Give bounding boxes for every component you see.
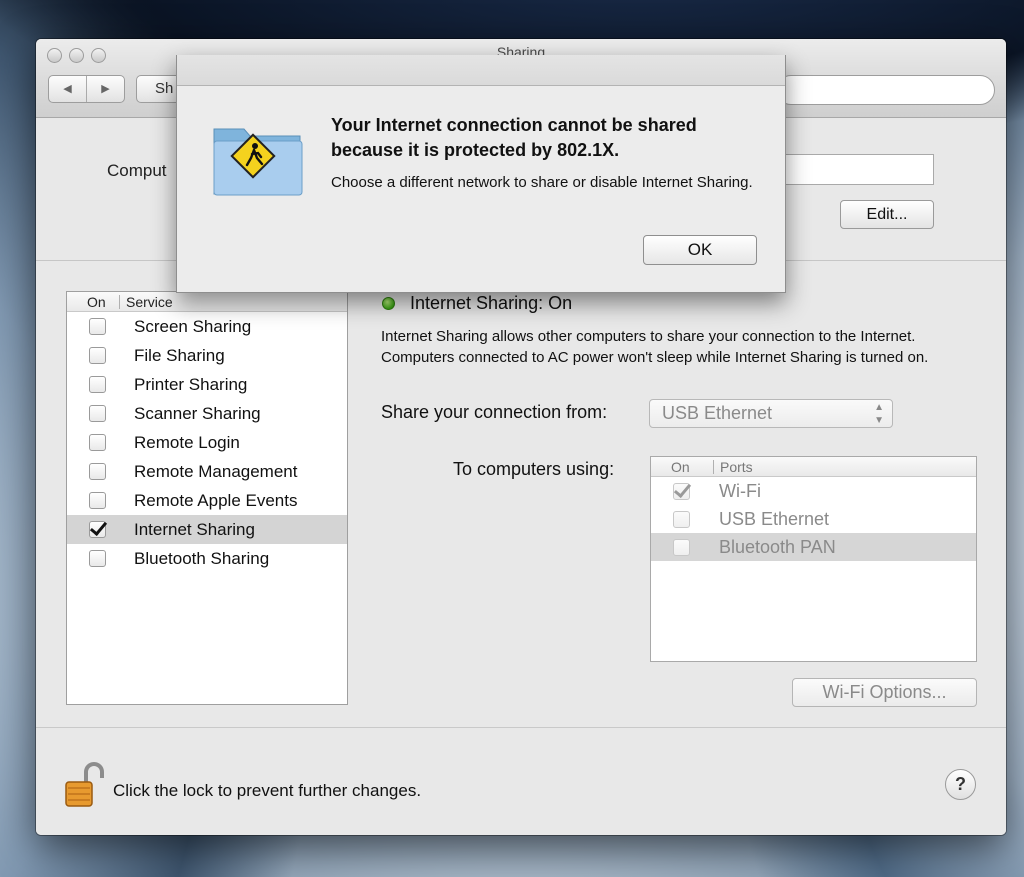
ports-column-ports-header[interactable]: Ports <box>713 459 753 474</box>
service-checkbox[interactable] <box>89 492 106 509</box>
folder-caution-icon <box>213 128 303 196</box>
service-checkbox[interactable] <box>89 318 106 335</box>
port-label: Wi-Fi <box>719 480 761 501</box>
service-row[interactable]: Scanner Sharing <box>67 399 347 428</box>
service-label: Remote Management <box>134 461 298 481</box>
port-label: USB Ethernet <box>719 508 830 529</box>
service-label: Screen Sharing <box>134 316 252 336</box>
share-from-value: USB Ethernet <box>662 403 773 423</box>
service-label: Bluetooth Sharing <box>134 548 270 568</box>
column-service-header[interactable]: Service <box>119 294 173 309</box>
port-label: Bluetooth PAN <box>719 536 836 557</box>
service-label: Remote Login <box>134 432 240 452</box>
status-on-icon <box>382 297 395 310</box>
service-label: Remote Apple Events <box>134 490 298 510</box>
service-list: On Service Screen Sharing File Sharing Pri… <box>66 291 348 705</box>
service-row[interactable]: Screen Sharing <box>67 312 347 341</box>
ports-list-header: On Ports <box>651 457 976 477</box>
alert-title: Your Internet connection cannot be share… <box>331 115 697 160</box>
lock-message: Click the lock to prevent further change… <box>113 781 422 800</box>
computer-name-field[interactable] <box>776 154 934 185</box>
service-checkbox[interactable] <box>89 376 106 393</box>
service-checkbox[interactable] <box>89 463 106 480</box>
port-row[interactable]: USB Ethernet <box>651 505 976 533</box>
service-row[interactable]: Internet Sharing <box>67 515 347 544</box>
back-button[interactable]: ◀ <box>49 76 86 102</box>
column-on-header[interactable]: On <box>67 294 119 310</box>
service-row[interactable]: Remote Management <box>67 457 347 486</box>
help-button[interactable]: ? <box>945 769 976 800</box>
service-label: File Sharing <box>134 345 225 365</box>
ok-button[interactable]: OK <box>643 235 757 265</box>
service-row[interactable]: Printer Sharing <box>67 370 347 399</box>
service-row[interactable]: Remote Login <box>67 428 347 457</box>
service-row[interactable]: Remote Apple Events <box>67 486 347 515</box>
search-input[interactable] <box>776 75 995 105</box>
service-checkbox[interactable] <box>89 521 106 538</box>
status-text: Internet Sharing: On <box>410 293 573 313</box>
computer-name-label: Comput <box>107 161 167 180</box>
wifi-options-button[interactable]: Wi-Fi Options... <box>792 678 977 707</box>
service-label: Internet Sharing <box>134 519 255 539</box>
alert-sheet: Your Internet connection cannot be share… <box>176 55 786 293</box>
share-from-select[interactable]: USB Ethernet ▲ ▼ <box>649 399 893 428</box>
port-row[interactable]: Wi-Fi <box>651 477 976 505</box>
port-checkbox[interactable] <box>673 510 690 528</box>
lock-open-icon[interactable] <box>64 760 104 808</box>
to-computers-label: To computers using: <box>453 459 615 479</box>
sharing-status: Internet Sharing: On <box>382 293 572 314</box>
share-from-label: Share your connection from: <box>381 402 608 422</box>
bottom-bar: Click the lock to prevent further change… <box>36 727 1006 835</box>
service-list-header: On Service <box>67 292 347 312</box>
service-checkbox[interactable] <box>89 347 106 364</box>
back-forward-control: ◀ ▶ <box>48 75 125 103</box>
port-checkbox[interactable] <box>673 538 690 556</box>
service-row[interactable]: File Sharing <box>67 341 347 370</box>
ports-list: On Ports Wi-Fi USB Ethernet Bluetooth PAN <box>650 456 977 662</box>
forward-button[interactable]: ▶ <box>86 76 124 102</box>
edit-button[interactable]: Edit... <box>840 200 934 229</box>
service-label: Scanner Sharing <box>134 403 261 423</box>
service-description: Internet Sharing allows other computers … <box>381 328 929 366</box>
updown-arrows-icon: ▲ ▼ <box>874 402 884 426</box>
port-checkbox[interactable] <box>673 482 690 500</box>
port-row[interactable]: Bluetooth PAN <box>651 533 976 561</box>
ports-column-on-header[interactable]: On <box>651 459 713 475</box>
service-checkbox[interactable] <box>89 434 106 451</box>
service-row[interactable]: Bluetooth Sharing <box>67 544 347 573</box>
alert-sheet-top <box>177 55 785 86</box>
service-checkbox[interactable] <box>89 550 106 567</box>
service-checkbox[interactable] <box>89 405 106 422</box>
alert-message: Choose a different network to share or d… <box>331 174 753 191</box>
service-label: Printer Sharing <box>134 374 248 394</box>
